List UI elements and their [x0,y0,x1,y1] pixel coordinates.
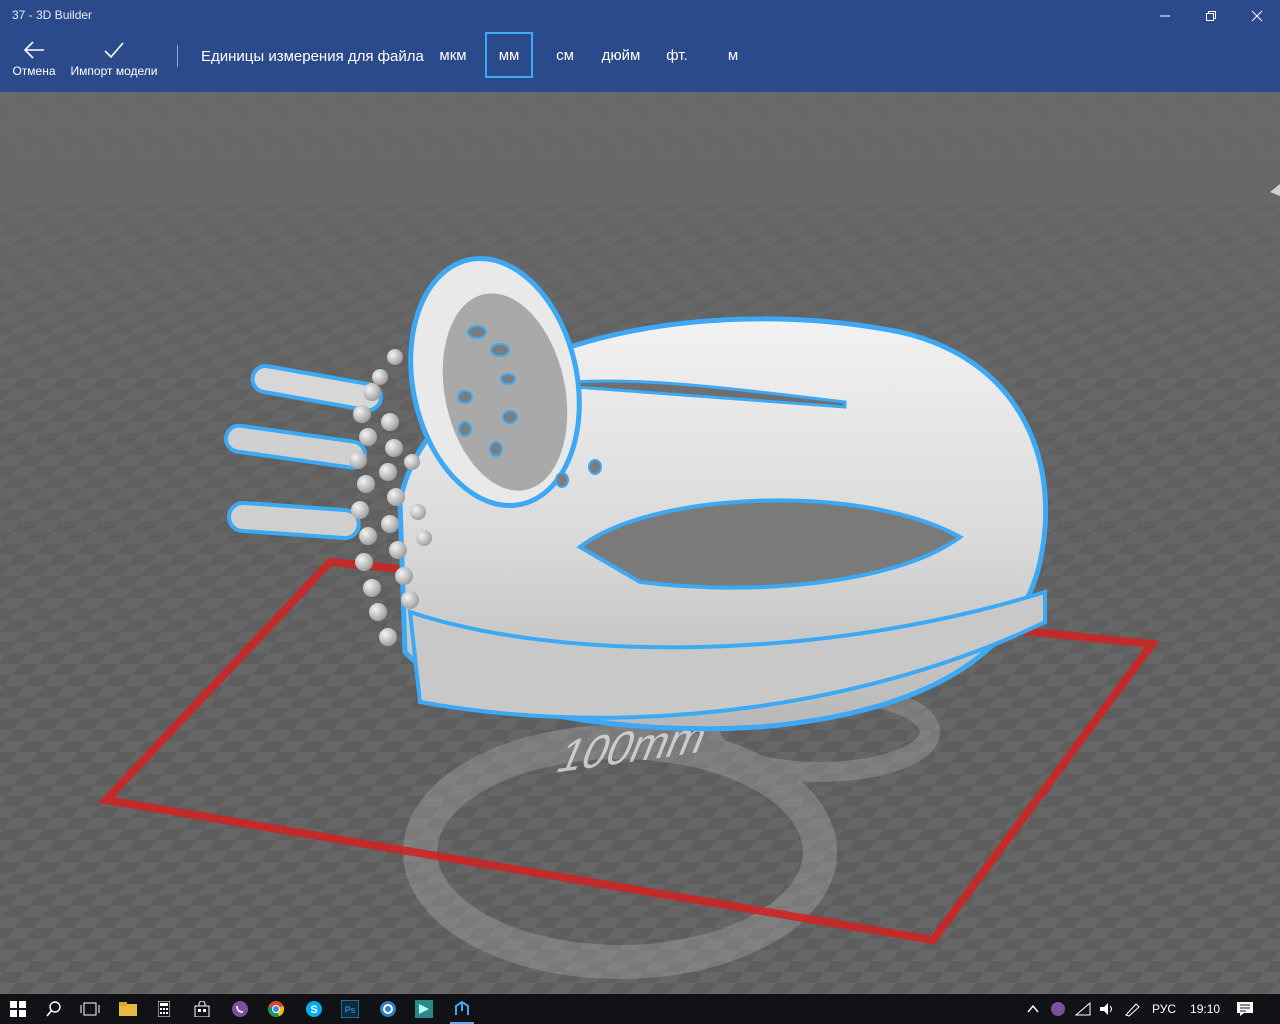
unit-option-inch[interactable]: дюйм [594,32,648,78]
cancel-button[interactable]: Отмена [8,40,60,86]
volume-icon[interactable] [1098,1001,1116,1017]
import-label: Импорт модели [70,64,158,78]
skype-icon: S [306,1001,322,1017]
taskbar-3d-builder[interactable] [444,994,480,1024]
pen-ink-icon[interactable] [1124,1001,1142,1017]
unit-option-cm[interactable]: см [546,32,584,78]
window-controls [1142,0,1280,32]
minimize-button[interactable] [1142,0,1188,32]
taskbar-app-circle[interactable] [370,994,406,1024]
store-bag-icon [194,1001,210,1017]
restore-button[interactable] [1188,0,1234,32]
calculator-icon [158,1001,170,1017]
3d-viewport[interactable]: 100mm [0,92,1280,994]
language-indicator[interactable]: РУС [1152,1002,1176,1016]
task-view-icon [80,1002,100,1016]
taskbar-viber[interactable] [222,994,258,1024]
unit-option-mm[interactable]: мм [485,32,533,78]
windows-logo-icon [10,1001,26,1017]
app-green-icon [415,1000,433,1018]
minimize-icon [1160,15,1170,17]
taskbar-app-green[interactable] [406,994,442,1024]
folder-icon [119,1002,137,1016]
search-icon [46,1001,61,1017]
back-arrow-icon [23,41,44,59]
viber-icon [232,1001,248,1017]
close-button[interactable] [1234,0,1280,32]
app-circle-icon [380,1001,396,1017]
taskbar-store[interactable] [184,994,220,1024]
taskbar: S Ps РУС 19:10 [0,994,1280,1024]
search-button[interactable] [36,994,72,1024]
svg-text:Ps: Ps [345,1005,356,1015]
import-model-button[interactable]: Импорт модели [66,40,162,86]
viber-tray-icon[interactable] [1050,1001,1066,1017]
cancel-label: Отмена [12,64,56,78]
3d-builder-icon [455,1000,469,1015]
restore-icon [1206,11,1216,21]
chrome-icon [268,1001,285,1017]
network-icon[interactable] [1074,1001,1092,1017]
system-tray: РУС 19:10 [1026,994,1254,1024]
taskbar-chrome[interactable] [258,994,294,1024]
task-view-button[interactable] [72,994,108,1024]
action-center-icon[interactable] [1236,1001,1254,1017]
unit-option-mkm[interactable]: мкм [432,32,474,78]
window-title: 37 - 3D Builder [12,8,93,22]
taskbar-photoshop[interactable]: Ps [332,994,368,1024]
taskbar-calculator[interactable] [146,994,182,1024]
taskbar-file-explorer[interactable] [110,994,146,1024]
app-bar: 37 - 3D Builder Отмена Импорт модели Еди… [0,0,1280,92]
start-button[interactable] [0,994,36,1024]
close-icon [1251,10,1263,22]
chevron-up-icon[interactable] [1026,1002,1040,1016]
unit-option-ft[interactable]: фт. [658,32,696,78]
unit-option-m[interactable]: м [716,32,750,78]
photoshop-icon: Ps [341,1000,359,1018]
checkmark-icon [104,42,124,59]
units-label: Единицы измерения для файла [201,48,424,65]
scene-canvas[interactable]: 100mm [0,92,1280,994]
svg-text:S: S [310,1004,317,1016]
command-separator [177,45,178,67]
clock[interactable]: 19:10 [1190,1002,1220,1016]
taskbar-skype[interactable]: S [296,994,332,1024]
